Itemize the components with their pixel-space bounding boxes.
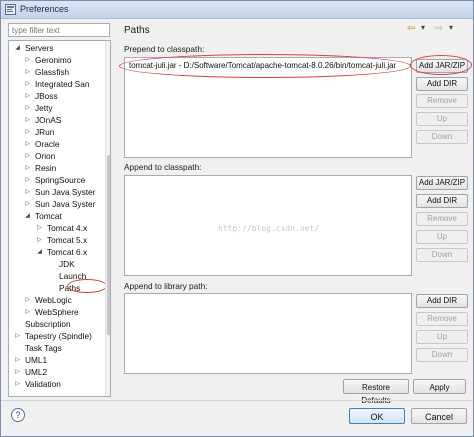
collapsed-twisty-icon[interactable]: ▷ [14,330,21,342]
collapsed-twisty-icon[interactable]: ▷ [24,78,31,90]
add-jar-highlight-circle [410,55,472,75]
watermark-text: http://blog.csdn.net/ [218,224,320,233]
tree-item-label: JBoss [35,91,58,101]
collapsed-twisty-icon[interactable] [48,282,55,294]
tree-item-label: Tomcat [35,211,62,221]
collapsed-twisty-icon[interactable]: ▷ [24,150,31,162]
collapsed-twisty-icon[interactable]: ▷ [24,138,31,150]
append-down-button[interactable]: Down [416,248,468,262]
tree-item-label: Tomcat 5.x [47,235,88,245]
page-title: Paths [124,25,150,36]
collapsed-twisty-icon[interactable]: ▷ [36,222,43,234]
preferences-app-icon [5,4,16,15]
collapsed-twisty-icon[interactable]: ▷ [24,66,31,78]
tree-item-label: WebLogic [35,295,72,305]
append-add-jar-button[interactable]: Add JAR/ZIP [416,176,468,190]
forward-arrow-icon[interactable]: ⇨ [435,23,443,34]
ok-button[interactable]: OK [349,408,405,424]
cancel-button[interactable]: Cancel [411,408,467,424]
collapsed-twisty-icon[interactable] [14,342,21,354]
collapsed-twisty-icon[interactable] [14,390,21,396]
tree-item-label: Geronimo [35,55,72,65]
append-up-button[interactable]: Up [416,230,468,244]
append-library-label: Append to library path: [124,281,208,291]
restore-defaults-button[interactable]: Restore Defaults [343,379,409,405]
expanded-twisty-icon[interactable]: ◢ [24,210,31,222]
tree-item-label: Jetty [35,103,53,113]
back-menu-chevron-icon[interactable]: ▾ [421,23,425,32]
tree-item-label: JRun [35,127,55,137]
collapsed-twisty-icon[interactable]: ▷ [24,174,31,186]
entry-highlight-circle [119,54,411,78]
collapsed-twisty-icon[interactable]: ▷ [24,186,31,198]
page-navigation: ⇦ ▾ ⇨ ▾ [405,23,471,37]
footer-divider [1,400,473,401]
tree-item-label: JOnAS [35,115,62,125]
tree-scrollbar-thumb[interactable] [107,155,110,335]
collapsed-twisty-icon[interactable]: ▷ [24,306,31,318]
tree-item-label: Integrated San [35,79,90,89]
tree-item-label: Subscription [25,319,71,329]
tree-item-label: Oracle [35,139,60,149]
tree-item-label: UML1 [25,355,48,365]
collapsed-twisty-icon[interactable]: ▷ [36,234,43,246]
collapsed-twisty-icon[interactable]: ▷ [24,198,31,210]
expanded-twisty-icon[interactable]: ◢ [14,42,21,54]
append-add-dir-button[interactable]: Add DIR [416,194,468,208]
tree-item-label: Tomcat 4.x [47,223,88,233]
collapsed-twisty-icon[interactable]: ▷ [24,54,31,66]
prepend-up-button[interactable]: Up [416,112,468,126]
preferences-window: Preferences ◢Servers▷Geronimo▷Glassfish▷… [0,0,474,437]
tree-item-label: Sun Java Syster [35,199,96,209]
tree-scrollbar[interactable] [105,41,110,396]
tree-item-label: Sun Java Syster [35,187,96,197]
tree-item-label: SpringSource [35,175,86,185]
prepend-remove-button[interactable]: Remove [416,94,468,108]
collapsed-twisty-icon[interactable]: ▷ [24,102,31,114]
library-add-dir-button[interactable]: Add DIR [416,294,468,308]
collapsed-twisty-icon[interactable]: ▷ [24,114,31,126]
forward-menu-chevron-icon[interactable]: ▾ [449,23,453,32]
library-up-button[interactable]: Up [416,330,468,344]
tree-item-label: JDK [59,259,75,269]
apply-button[interactable]: Apply [413,379,466,394]
collapsed-twisty-icon[interactable]: ▷ [24,294,31,306]
append-classpath-label: Append to classpath: [124,162,202,172]
prepend-classpath-label: Prepend to classpath: [124,44,205,54]
collapsed-twisty-icon[interactable]: ▷ [24,126,31,138]
append-remove-button[interactable]: Remove [416,212,468,226]
filter-input[interactable] [8,23,110,37]
help-icon[interactable]: ? [11,408,25,422]
tree-item-label: Resin [35,163,57,173]
library-remove-button[interactable]: Remove [416,312,468,326]
tree-item-label: Glassfish [35,67,70,77]
tree-item-label: Orion [35,151,56,161]
prepend-down-button[interactable]: Down [416,130,468,144]
collapsed-twisty-icon[interactable]: ▷ [24,90,31,102]
prepend-add-dir-button[interactable]: Add DIR [416,77,468,91]
collapsed-twisty-icon[interactable]: ▷ [14,378,21,390]
preferences-tree: ◢ Servers ▷ Geronimo ▷ Glassfish ▷ Integrated S… [8,40,111,397]
tree-item-label: Task Tags [25,343,62,353]
tree-item-label: Servers [25,43,54,53]
collapsed-twisty-icon[interactable]: ▷ [24,162,31,174]
tree-item-label: WebSphere [35,307,79,317]
tree-item-label: Tapestry (Spindle) [25,331,92,341]
library-down-button[interactable]: Down [416,348,468,362]
collapsed-twisty-icon[interactable]: ▷ [14,366,21,378]
back-arrow-icon[interactable]: ⇦ [407,23,415,34]
tree-item-label: Tomcat 6.x [47,247,88,257]
collapsed-twisty-icon[interactable] [14,318,21,330]
tree-item-label: UML2 [25,367,48,377]
paths-highlight-circle [67,279,107,293]
window-title: Preferences [20,4,69,14]
tree-item-label: ... [25,391,32,397]
collapsed-twisty-icon[interactable]: ▷ [14,354,21,366]
append-library-list[interactable] [124,293,412,374]
collapsed-twisty-icon[interactable] [48,258,55,270]
title-bar: Preferences [1,1,473,19]
tree-item-label: Validation [25,379,61,389]
expanded-twisty-icon[interactable]: ◢ [36,246,43,258]
collapsed-twisty-icon[interactable] [48,270,55,282]
